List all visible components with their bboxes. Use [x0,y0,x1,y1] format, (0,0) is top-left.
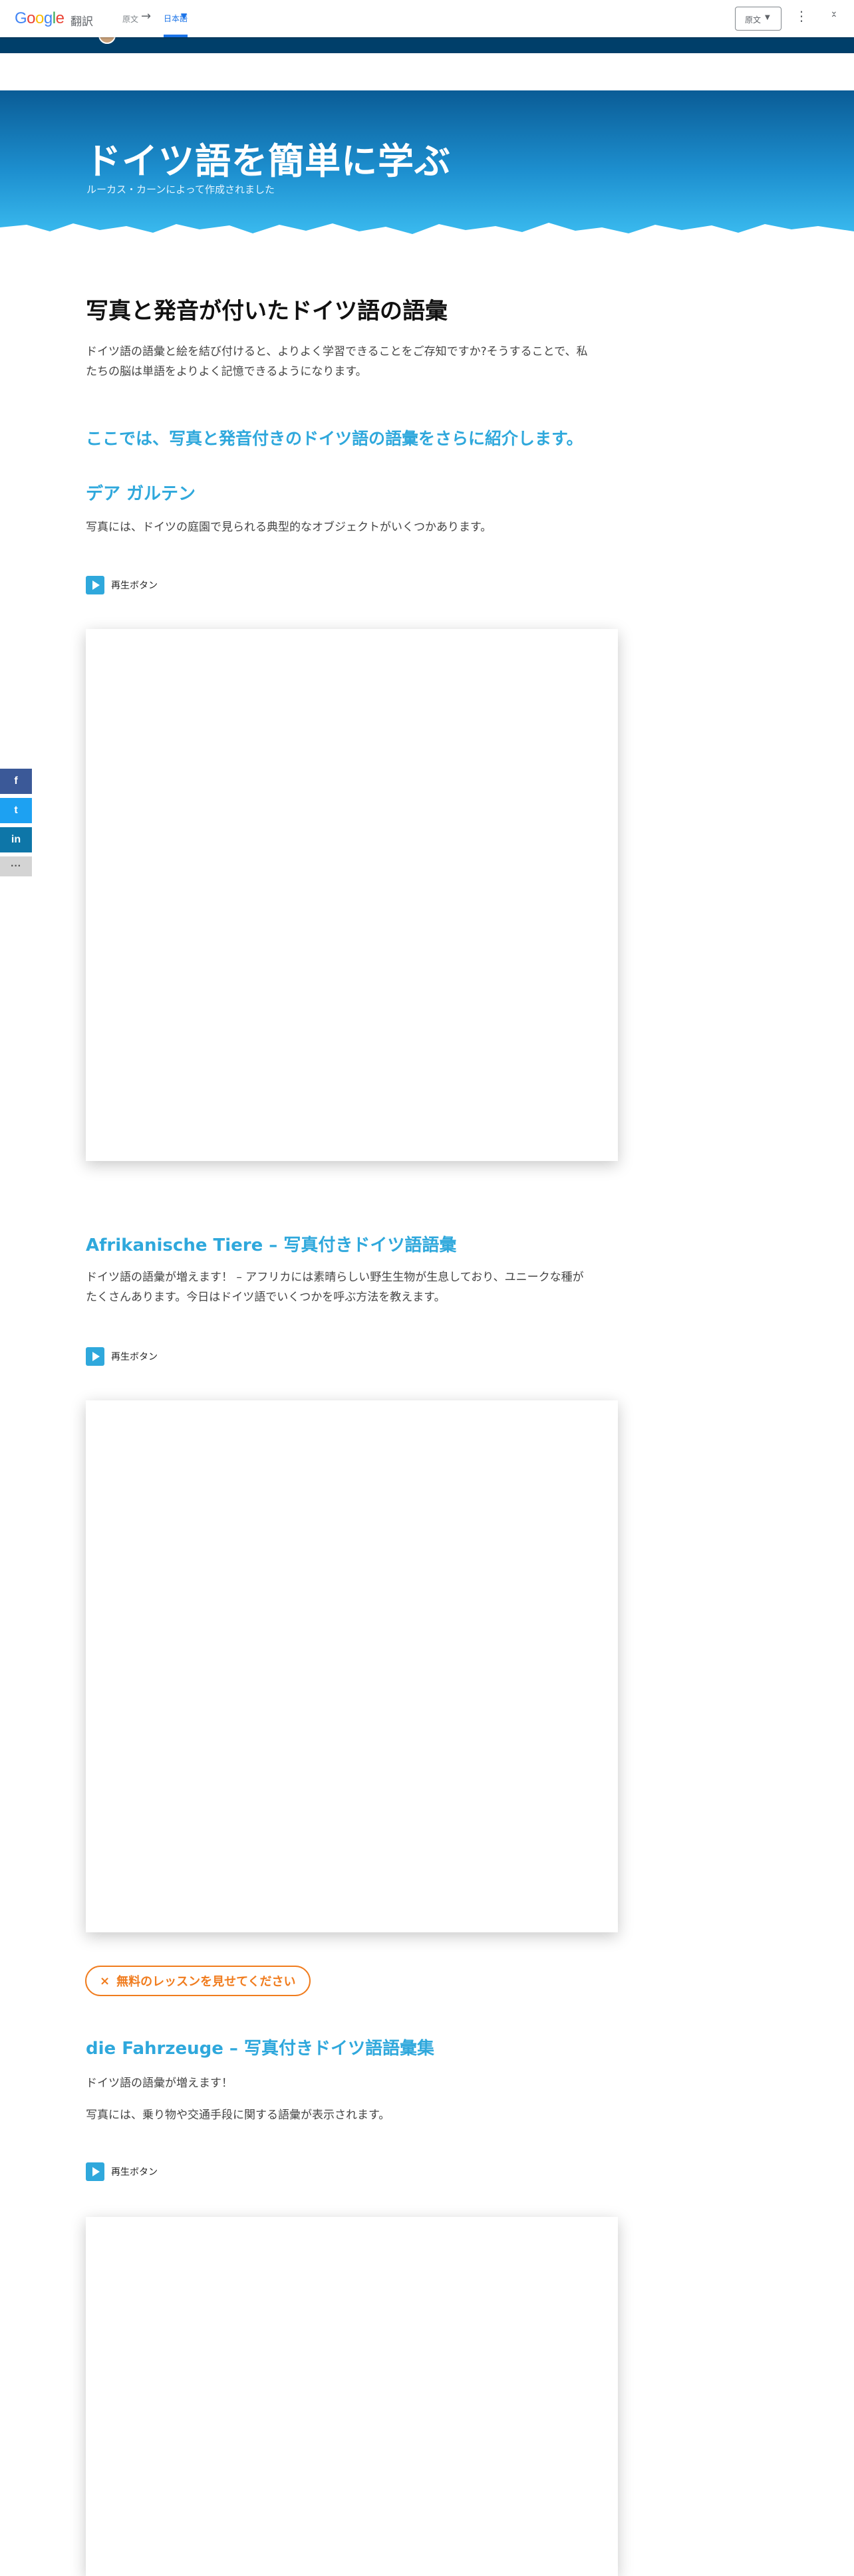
intro-line: ドイツ語の語彙と絵を結び付けると、よりよく学習できることをご存知ですか?そうする… [86,345,588,358]
section-text-garden: 写真には、ドイツの庭園で見られる典型的なオブジェクトがいくつかあります。 [86,521,492,534]
play-button-vehicles[interactable]: 再生ボタン [86,2162,158,2181]
source-language[interactable]: 原文 [122,13,138,25]
logo-letter: G [15,9,27,27]
twitter-share-button[interactable]: t [0,798,32,823]
play-button-animals[interactable]: 再生ボタン [86,1347,158,1366]
active-language-indicator [164,35,188,37]
more-share-button[interactable]: ··· [0,856,32,876]
intro-line: たちの脳は単語をよりよく記憶できるようになります。 [86,365,367,378]
vocabulary-image-animals [86,1400,618,1932]
free-lesson-button[interactable]: × 無料のレッスンを見せてください [85,1966,311,1996]
kebab-menu-icon[interactable]: ⋮ [795,9,808,23]
site-header-strip [0,37,854,53]
show-original-label: 原文 [745,15,762,25]
more-icon: ··· [11,860,21,872]
free-lesson-label: 無料のレッスンを見せてください [116,1975,296,1989]
show-original-button[interactable]: 原文 ▼ [735,7,782,31]
translate-product-label: 翻訳 [71,15,93,29]
intro-paragraph: ドイツ語の語彙と絵を結び付けると、よりよく学習できることをご存知ですか?そうする… [86,342,618,382]
page-title: ドイツ語を簡単に学ぶ [85,140,451,182]
close-icon: × [100,1974,110,1988]
play-button-garden[interactable]: 再生ボタン [86,576,158,594]
linkedin-icon: in [11,834,21,845]
article-heading: 写真と発音が付いたドイツ語の語彙 [86,298,448,324]
google-logo[interactable]: Google [15,9,65,28]
play-icon [86,1347,104,1366]
section-text-vehicles-1: ドイツ語の語彙が増えます！ [86,2077,233,2090]
hero-torn-edge [0,223,854,251]
play-label: 再生ボタン [111,580,158,591]
play-icon [86,2162,104,2181]
section-heading: ここでは、写真と発音付きのドイツ語の語彙をさらに紹介します。 [86,429,583,448]
arrow-right-icon: → [141,9,152,23]
vocabulary-image-garden [86,629,618,1161]
logo-letter: o [27,9,36,27]
play-label: 再生ボタン [111,1352,158,1362]
section-text-animals: ドイツ語の語彙が増えます！ – アフリカには素晴らしい野生生物が生息しており、ユ… [86,1267,618,1307]
section-title-vehicles: die Fahrzeuge – 写真付きドイツ語語彙集 [86,2039,434,2059]
dropdown-arrow-icon: ▼ [765,14,770,21]
translate-toolbar: Google 翻訳 原文 → 日本語 ▼ 原文 ▼ ⋮ ⌄ ⌃ [0,0,854,37]
logo-letter: e [55,9,65,27]
linkedin-share-button[interactable]: in [0,827,32,852]
facebook-share-button[interactable]: f [0,769,32,794]
collapse-icon[interactable]: ⌄ ⌃ [830,7,838,23]
author-byline: ルーカス・カーンによって作成されました [86,184,275,195]
logo-letter: g [43,9,53,27]
logo-letter: o [35,9,44,27]
play-icon [86,576,104,594]
section-text-vehicles-2: 写真には、乗り物や交通手段に関する語彙が表示されます。 [86,2109,390,2122]
twitter-icon: t [14,805,18,816]
section-title-garden: デア ガルテン [86,484,196,504]
facebook-icon: f [14,775,18,787]
text-line: たくさんあります。今日はドイツ語でいくつかを呼ぶ方法を教えます。 [86,1291,446,1304]
vocabulary-image-vehicles [86,2217,618,2576]
chevron-down-icon[interactable]: ▼ [181,11,187,21]
text-line: ドイツ語の語彙が増えます！ – アフリカには素晴らしい野生生物が生息しており、ユ… [86,1271,584,1284]
play-label: 再生ボタン [111,2167,158,2178]
section-title-animals: Afrikanische Tiere – 写真付きドイツ語語彙 [86,1235,457,1255]
